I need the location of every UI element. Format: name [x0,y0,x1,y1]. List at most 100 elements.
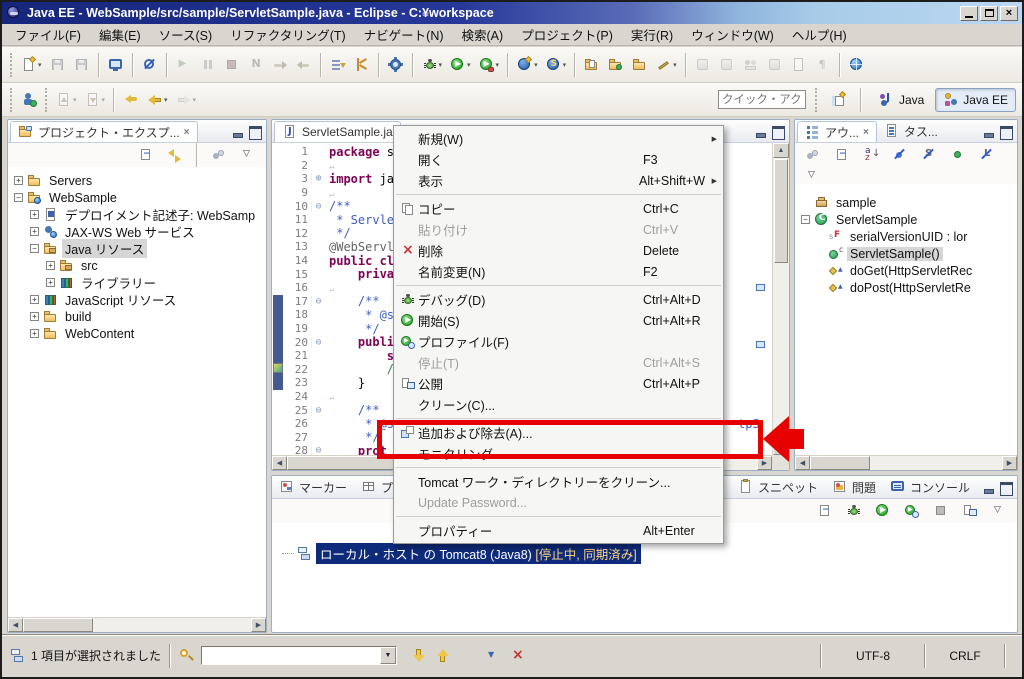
sync-button[interactable] [763,52,787,78]
minimize-button[interactable] [960,6,978,21]
quick-access-input[interactable] [718,90,806,109]
tree-item-serialversionuid-field[interactable]: sFserialVersionUID : lor [795,228,1017,245]
pencil-button[interactable] [715,52,739,78]
collapse-icon[interactable]: − [14,193,23,202]
tree-item-deployment-descriptor[interactable]: +デプロイメント記述子: WebSamp [8,206,266,223]
menubar-item-search[interactable]: 検索(A) [453,23,513,46]
menu-item-properties[interactable]: プロパティーAlt+Enter [394,520,723,541]
tree-item-dopost-method[interactable]: ▲doPost(HttpServletRe [795,279,1017,296]
hide-local-button[interactable]: L [975,142,999,168]
menu-item-profile[interactable]: ▶プロファイル(F) [394,331,723,352]
fold-collapse-icon[interactable]: ⊖ [311,337,325,348]
tree-item-servletsample-class[interactable]: −CServletSample [795,211,1017,228]
ws-explorer-button[interactable]: S▾ [542,52,571,78]
monitor-button[interactable] [104,52,128,78]
resume-button[interactable]: ▶ [172,52,196,78]
menu-item-show-in[interactable]: 表示Alt+Shift+W▶ [394,170,723,191]
menu-item-new[interactable]: 新規(W)▶ [394,128,723,149]
view-menu-button[interactable]: ▽ [236,142,260,168]
run-external-button[interactable]: ▶▾ [475,52,504,78]
run-button[interactable]: ▶▾ [446,52,475,78]
tab-tasks[interactable]: タス... [877,120,945,142]
pin-button[interactable] [691,52,715,78]
close-icon[interactable]: × [184,127,190,138]
step-return-button[interactable] [292,52,316,78]
minimize-view-button[interactable] [754,126,767,137]
menu-item-start[interactable]: ▶開始(S)Ctrl+Alt+R [394,310,723,331]
project-explorer-hscrollbar[interactable]: ◀ ▶ [8,617,266,632]
tree-item-libraries[interactable]: +ライブラリー [8,274,266,291]
tree-item-doget-method[interactable]: ▲doGet(HttpServletRec [795,262,1017,279]
browser-button[interactable] [845,52,869,78]
menu-item-publish[interactable]: 公開Ctrl+Alt+P [394,373,723,394]
save-button[interactable] [46,52,70,78]
menu-item-paste[interactable]: 貼り付けCtrl+V [394,219,723,240]
start-button[interactable]: ▶ [871,498,895,524]
menubar-item-source[interactable]: ソース(S) [150,23,222,46]
collapse-icon[interactable]: − [30,244,39,253]
minimize-view-button[interactable] [982,482,995,493]
profile-button[interactable]: ▶ [900,498,924,524]
menu-item-copy[interactable]: コピーCtrl+C [394,198,723,219]
minimize-view-button[interactable] [982,126,995,137]
hide-fields-button[interactable] [888,142,912,168]
tab-markers[interactable]: マーカー [272,476,354,498]
close-icon[interactable]: × [863,127,869,138]
scroll-up-icon[interactable]: ▲ [773,143,789,158]
perspective-java-ee-button[interactable]: Java EE [935,88,1016,112]
tab-servletsample-java[interactable]: J ServletSample.ja [274,121,401,142]
hide-nonpublic-button[interactable] [946,142,970,168]
focus-button[interactable] [207,142,231,168]
expand-icon[interactable]: + [30,312,39,321]
tree-item-servletsample-constructor[interactable]: cServletSample() [795,245,1017,262]
collapse-all-button[interactable]: − [830,142,854,168]
hide-static-button[interactable]: S [917,142,941,168]
view-menu-button[interactable]: ▽ [987,498,1011,524]
perspective-java-button[interactable]: JJava [871,88,932,112]
link-editor-button[interactable] [163,142,187,168]
last-edit-button[interactable] [119,87,143,113]
checkin-button[interactable]: ▾ [52,87,81,113]
suspend-button[interactable] [196,52,220,78]
close-search-button[interactable]: × [505,643,529,669]
fold-collapse-icon[interactable]: ⊖ [311,445,325,455]
import-folder-button[interactable] [580,52,604,78]
menu-item-stop[interactable]: 停止(T)Ctrl+Alt+S [394,352,723,373]
search-next-button[interactable] [407,643,431,669]
tree-item-sample-package[interactable]: sample [795,194,1017,211]
maximize-view-button[interactable] [999,482,1012,493]
tree-item-javascript-resources[interactable]: +JavaScript リソース [8,291,266,308]
save-all-button[interactable] [70,52,94,78]
server-row[interactable]: ローカル・ホスト の Tomcat8 (Java8) [停止中, 同期済み] [282,543,1017,564]
next-annotation-button[interactable] [326,52,350,78]
tab-problems[interactable]: 問題 [825,476,883,498]
scroll-left-icon[interactable]: ◀ [272,456,287,470]
open-perspective-button[interactable] [827,87,851,113]
new-wizard-button[interactable]: ▾ [17,52,46,78]
tree-item-webcontent[interactable]: +WebContent [8,325,266,342]
menu-item-clean-tomcat-work-directory[interactable]: Tomcat ワーク・ディレクトリーをクリーン... [394,471,723,492]
tab-project-explorer[interactable]: プロジェクト・エクスプ... × [10,121,198,142]
tree-item-servers[interactable]: +Servers [8,172,266,189]
search-combobox[interactable]: ▼ [201,646,397,665]
expand-icon[interactable]: + [30,295,39,304]
combo-dropdown-icon[interactable]: ▼ [380,647,396,664]
menubar-item-help[interactable]: ヘルプ(H) [783,23,856,46]
menubar-item-edit[interactable]: 編集(E) [90,23,150,46]
debug-button[interactable]: ▾ [418,52,447,78]
maximize-view-button[interactable] [999,126,1012,137]
editor-vscrollbar[interactable]: ▲ ▼ [772,143,789,455]
tree-item-jaxws-web-services[interactable]: +JAX-WS Web サービス [8,223,266,240]
terminate-button[interactable] [220,52,244,78]
expand-icon[interactable]: + [46,261,55,270]
publish-button[interactable] [958,498,982,524]
disconnect-button[interactable]: N [244,52,268,78]
fold-collapse-icon[interactable]: ⊖ [311,405,325,416]
fold-collapse-icon[interactable]: ⊖ [311,201,325,212]
step-over-button[interactable] [268,52,292,78]
expand-icon[interactable]: + [30,227,39,236]
tree-item-websample[interactable]: −WebSample [8,189,266,206]
expand-icon[interactable]: + [30,210,39,219]
scroll-right-icon[interactable]: ▶ [251,618,266,632]
collapse-all-button[interactable]: − [813,498,837,524]
